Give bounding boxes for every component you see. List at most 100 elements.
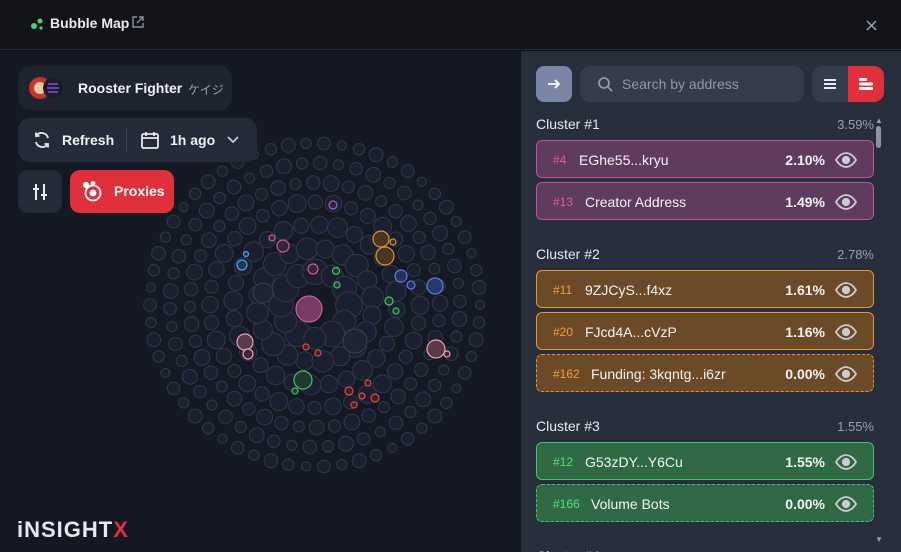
holder-bubble[interactable] (252, 357, 269, 374)
holder-bubble[interactable] (259, 164, 274, 178)
cluster-bubble[interactable] (328, 200, 338, 210)
holder-bubble[interactable] (226, 390, 243, 407)
holder-bubble[interactable] (254, 386, 270, 402)
holder-bubble[interactable] (186, 263, 204, 281)
holder-bubble[interactable] (287, 194, 307, 214)
holder-bubble[interactable] (248, 449, 260, 461)
holder-bubble[interactable] (349, 162, 363, 176)
holder-bubble[interactable] (282, 458, 295, 471)
cluster-bubble[interactable] (394, 269, 408, 283)
holder-bubble[interactable] (201, 295, 219, 314)
holder-bubble[interactable] (450, 330, 463, 343)
holder-bubble[interactable] (410, 295, 430, 315)
holder-bubble[interactable] (457, 230, 472, 244)
bubble-map-canvas[interactable]: Rooster Fighter ケイジ Refresh 1h ago Proxi… (0, 51, 521, 552)
cluster-bubble[interactable] (291, 387, 299, 395)
holder-bubble[interactable] (206, 330, 226, 350)
holder-bubble[interactable] (295, 237, 319, 260)
holder-bubble[interactable] (453, 294, 467, 308)
holder-bubble[interactable] (151, 246, 167, 261)
holder-bubble[interactable] (265, 365, 286, 386)
holder-bubble[interactable] (384, 317, 404, 337)
holder-bubble[interactable] (160, 367, 171, 378)
holder-bubble[interactable] (427, 378, 442, 393)
cluster-bubble[interactable] (426, 339, 446, 359)
holder-bubble[interactable] (387, 363, 404, 380)
holder-bubble[interactable] (248, 427, 265, 444)
holder-bubble[interactable] (308, 419, 325, 436)
collapse-panel-button[interactable] (536, 66, 572, 102)
holder-bubble[interactable] (457, 366, 472, 380)
holder-bubble[interactable] (193, 384, 207, 399)
holder-bubble[interactable] (193, 349, 211, 366)
holder-bubble[interactable] (321, 440, 335, 453)
holder-bubble[interactable] (342, 328, 368, 354)
holder-bubble[interactable] (438, 364, 450, 376)
holder-bubble[interactable] (189, 187, 202, 201)
cluster-bubble[interactable] (364, 379, 372, 387)
holder-bubble[interactable] (404, 405, 417, 419)
holder-bubble[interactable] (471, 280, 487, 295)
holder-bubble[interactable] (208, 261, 225, 278)
holder-bubble[interactable] (317, 136, 331, 151)
holder-bubble[interactable] (319, 375, 339, 394)
holder-bubble[interactable] (324, 397, 342, 416)
holder-bubble[interactable] (183, 282, 199, 297)
holder-bubble[interactable] (288, 398, 305, 415)
holder-bubble[interactable] (213, 191, 226, 205)
holder-bubble[interactable] (322, 175, 340, 192)
holder-bubble[interactable] (404, 331, 423, 350)
cluster-bubble[interactable] (293, 370, 313, 390)
eye-icon[interactable] (834, 495, 858, 513)
holder-bubble[interactable] (427, 408, 443, 424)
cluster-bubble[interactable] (443, 350, 451, 358)
close-icon[interactable] (865, 19, 878, 32)
holder-bubble[interactable] (451, 383, 462, 394)
holder-bubble[interactable] (357, 185, 374, 201)
eye-icon[interactable] (834, 323, 858, 341)
holder-bubble[interactable] (274, 415, 289, 431)
holder-bubble[interactable] (332, 159, 344, 171)
filters-button[interactable] (18, 170, 62, 213)
holder-row[interactable]: #166 Volume Bots 0.00% (536, 484, 874, 522)
cluster-bubble[interactable] (344, 386, 354, 396)
cluster-bubble[interactable] (236, 259, 248, 271)
holder-bubble[interactable] (378, 335, 395, 352)
holder-bubble[interactable] (344, 201, 359, 216)
holder-row[interactable]: #11 9ZJCyS...f4xz 1.61% (536, 270, 874, 308)
holder-bubble[interactable] (187, 408, 203, 424)
holder-bubble[interactable] (267, 434, 281, 448)
holder-bubble[interactable] (166, 214, 181, 229)
holder-bubble[interactable] (345, 226, 364, 244)
holder-bubble[interactable] (372, 374, 392, 394)
holder-bubble[interactable] (352, 143, 366, 156)
holder-bubble[interactable] (227, 231, 243, 247)
holder-bubble[interactable] (327, 419, 342, 433)
holder-bubble[interactable] (166, 321, 178, 333)
holder-bubble[interactable] (431, 294, 449, 312)
holder-bubble[interactable] (432, 225, 449, 242)
cluster-bubble[interactable] (406, 280, 416, 290)
holder-bubble[interactable] (224, 206, 240, 221)
holder-bubble[interactable] (178, 202, 189, 213)
holder-bubble[interactable] (202, 422, 215, 435)
cluster-bubble[interactable] (372, 230, 390, 248)
cluster-bubble[interactable] (384, 296, 394, 306)
holder-bubble[interactable] (180, 234, 192, 246)
list-view-button[interactable] (812, 66, 848, 102)
cluster-bubble[interactable] (242, 348, 254, 360)
holder-bubble[interactable] (206, 399, 218, 411)
holder-bubble[interactable] (237, 194, 255, 212)
holder-bubble[interactable] (416, 422, 428, 434)
holder-bubble[interactable] (338, 435, 354, 452)
cluster-bubble[interactable] (295, 295, 323, 323)
holder-bubble[interactable] (475, 300, 485, 310)
holder-bubble[interactable] (215, 348, 233, 365)
holder-bubble[interactable] (292, 420, 305, 433)
holder-bubble[interactable] (146, 282, 156, 293)
holder-bubble[interactable] (378, 401, 390, 414)
holder-bubble[interactable] (404, 377, 418, 391)
holder-bubble[interactable] (343, 413, 361, 431)
holder-bubble[interactable] (238, 217, 257, 235)
holder-bubble[interactable] (167, 267, 180, 280)
